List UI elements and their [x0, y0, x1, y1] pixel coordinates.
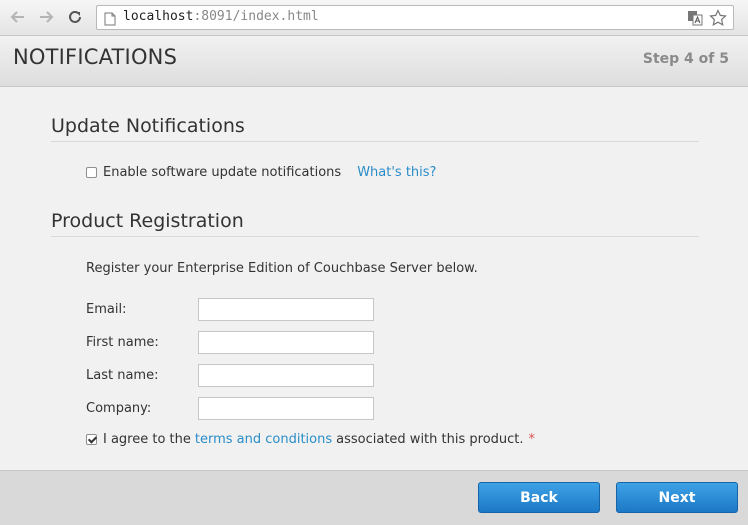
wizard-content: Update Notifications Enable software upd…	[0, 87, 748, 470]
registration-intro-text: Register your Enterprise Edition of Couc…	[86, 261, 478, 276]
update-notifications-label: Enable software update notifications	[103, 165, 342, 180]
required-asterisk: *	[528, 432, 536, 447]
update-notifications-heading: Update Notifications	[51, 115, 699, 142]
company-label: Company:	[86, 401, 152, 416]
last-name-row: Last name:	[86, 364, 374, 387]
agree-terms-row: I agree to the terms and conditions asso…	[86, 432, 535, 447]
update-notifications-checkbox[interactable]	[86, 167, 97, 178]
first-name-row: First name:	[86, 331, 374, 354]
page-title: NOTIFICATIONS	[13, 45, 178, 69]
terms-and-conditions-link[interactable]: terms and conditions	[195, 432, 332, 447]
reload-icon[interactable]	[65, 7, 85, 27]
wizard-footer: Back Next	[0, 470, 748, 525]
product-registration-heading: Product Registration	[51, 210, 699, 237]
agree-prefix-text: I agree to the	[103, 432, 191, 447]
agree-terms-checkbox[interactable]	[86, 434, 97, 445]
bookmark-star-icon[interactable]	[709, 9, 727, 31]
address-bar[interactable]: localhost:8091/index.html	[96, 5, 734, 30]
url-text: localhost:8091/index.html	[123, 9, 319, 24]
first-name-label: First name:	[86, 335, 159, 350]
email-field[interactable]	[198, 298, 374, 321]
email-label: Email:	[86, 302, 127, 317]
translate-icon[interactable]	[687, 10, 703, 30]
back-arrow-icon[interactable]	[8, 7, 28, 27]
agree-suffix-text: associated with this product.	[336, 432, 524, 447]
company-row: Company:	[86, 397, 374, 420]
first-name-field[interactable]	[198, 331, 374, 354]
wizard-header: NOTIFICATIONS Step 4 of 5	[0, 36, 748, 87]
email-row: Email:	[86, 298, 374, 321]
page-icon	[104, 11, 116, 30]
last-name-field[interactable]	[198, 364, 374, 387]
company-field[interactable]	[198, 397, 374, 420]
next-button[interactable]: Next	[616, 482, 738, 513]
whats-this-link[interactable]: What's this?	[357, 165, 436, 180]
back-button[interactable]: Back	[478, 482, 600, 513]
update-notifications-row: Enable software update notifications Wha…	[86, 165, 436, 180]
forward-arrow-icon[interactable]	[36, 7, 56, 27]
last-name-label: Last name:	[86, 368, 159, 383]
step-indicator: Step 4 of 5	[642, 51, 729, 67]
browser-toolbar: localhost:8091/index.html	[0, 0, 748, 36]
